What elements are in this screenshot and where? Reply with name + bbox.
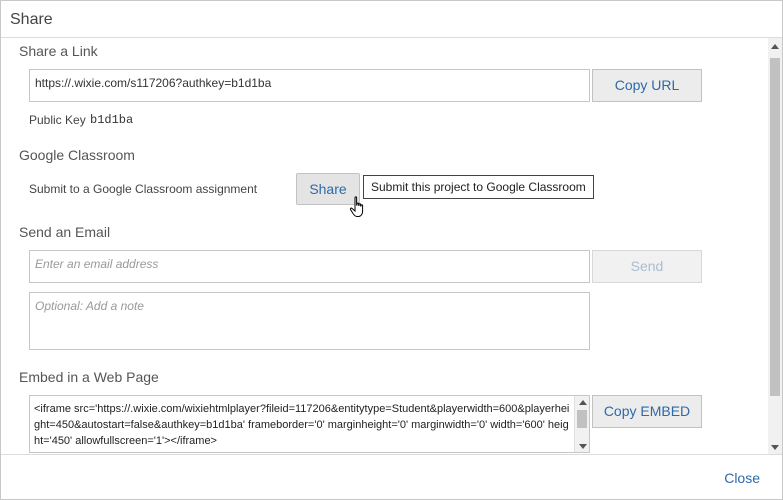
classroom-description: Submit to a Google Classroom assignment [29, 182, 258, 196]
google-classroom-heading: Google Classroom [19, 147, 135, 163]
dialog-scrollbar[interactable] [768, 38, 782, 454]
copy-embed-button[interactable]: Copy EMBED [592, 395, 702, 428]
dialog-scroll-thumb[interactable] [770, 58, 780, 396]
send-email-heading: Send an Email [19, 224, 111, 240]
embed-code-textarea[interactable]: <iframe src='https://.wixie.com/wixiehtm… [29, 395, 590, 453]
hand-cursor-icon [349, 196, 364, 217]
public-key-value: b1d1ba [90, 113, 134, 127]
embed-code-text: <iframe src='https://.wixie.com/wixiehtm… [34, 403, 570, 447]
share-dialog: Share Share a Link https://.wixie.com/s1… [0, 0, 783, 500]
embed-scroll-thumb[interactable] [577, 410, 587, 428]
dialog-title: Share [10, 11, 53, 28]
dialog-header: Share [1, 1, 782, 38]
copy-url-button[interactable]: Copy URL [592, 69, 702, 102]
scroll-down-arrow-icon[interactable] [579, 444, 587, 449]
scroll-up-arrow-icon[interactable] [579, 400, 587, 405]
embed-scrollbar[interactable] [574, 396, 589, 452]
share-link-heading: Share a Link [19, 43, 98, 59]
email-address-input[interactable]: Enter an email address [29, 250, 590, 283]
share-url-field[interactable]: https://.wixie.com/s117206?authkey=b1d1b… [29, 69, 590, 102]
close-button[interactable]: Close [724, 470, 760, 486]
dialog-scroll-down-icon[interactable] [771, 445, 779, 450]
embed-heading: Embed in a Web Page [19, 369, 159, 385]
send-email-button[interactable]: Send [592, 250, 702, 283]
dialog-scroll-up-icon[interactable] [771, 44, 779, 49]
dialog-body[interactable]: Share a Link https://.wixie.com/s117206?… [1, 38, 782, 454]
share-tooltip: Submit this project to Google Classroom [363, 175, 594, 199]
email-note-input[interactable]: Optional: Add a note [29, 292, 590, 350]
public-key-label: Public Key [29, 113, 86, 127]
dialog-footer: Close [1, 454, 782, 499]
